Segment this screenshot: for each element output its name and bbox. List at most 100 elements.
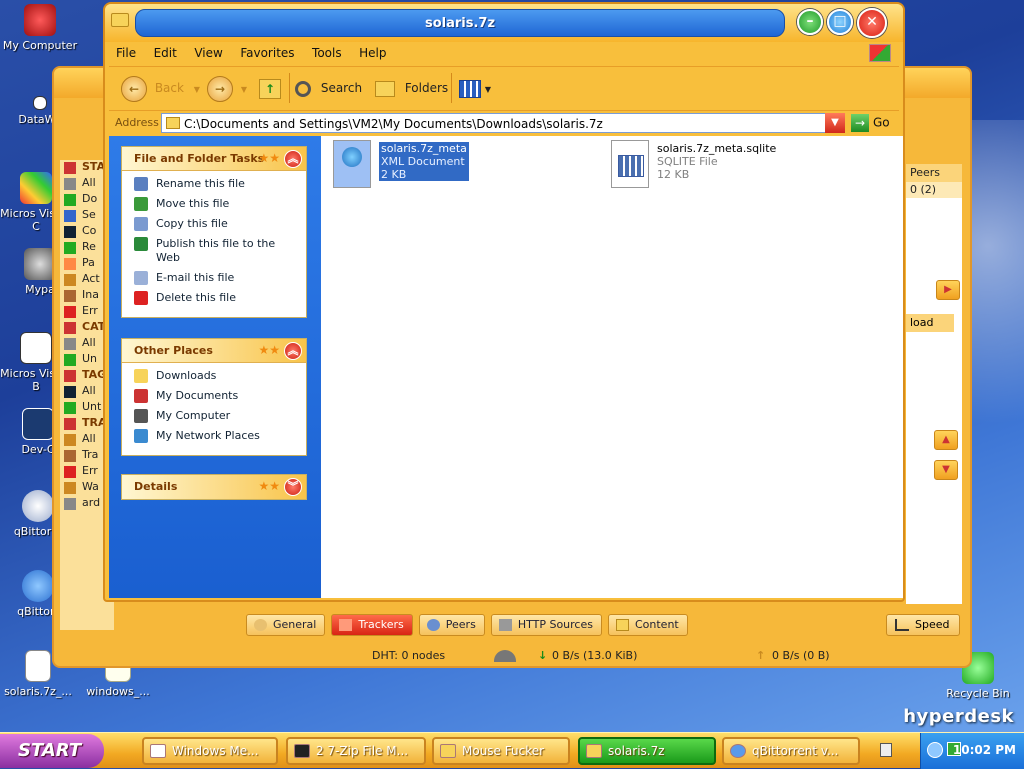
go-button[interactable]: → Go <box>851 114 890 134</box>
file-item-sqlite[interactable]: solaris.7z_meta.sqlite SQLITE File 12 KB <box>611 140 811 190</box>
task-link-downloads[interactable]: Downloads <box>134 369 302 383</box>
task-link-e-mail-this-file[interactable]: E-mail this file <box>134 271 302 285</box>
maximize-button[interactable]: □ <box>827 9 853 35</box>
up-folder-button[interactable]: ↑ <box>259 73 281 103</box>
panel-header[interactable]: Details ★★ ︾ <box>122 475 306 499</box>
menu-help[interactable]: Help <box>352 42 393 64</box>
start-button[interactable]: START <box>0 734 104 768</box>
download-arrow-icon: ↓ <box>538 649 548 662</box>
checkbox-icon <box>64 418 76 430</box>
go-arrow-icon: → <box>851 114 869 132</box>
explorer-titlebar[interactable]: solaris.7z – □ ✕ <box>105 4 903 42</box>
address-input[interactable]: C:\Documents and Settings\VM2\My Documen… <box>161 113 845 133</box>
forward-button[interactable]: → ▼ <box>207 73 247 103</box>
task-link-label: E-mail this file <box>156 271 235 284</box>
filter-icon <box>64 194 76 206</box>
qbittorrent-icon <box>22 570 54 602</box>
keyboard-icon[interactable] <box>880 743 892 757</box>
taskbar-item-label: qBittorrent v... <box>752 744 839 758</box>
panel-title: File and Folder Tasks <box>134 152 265 165</box>
task-link-my-network-places[interactable]: My Network Places <box>134 429 302 443</box>
move-up-button[interactable]: ▲ <box>934 430 958 450</box>
folder-icon <box>440 744 456 758</box>
back-button[interactable]: ← Back ▼ <box>121 73 200 103</box>
menu-tools[interactable]: Tools <box>305 42 349 64</box>
file-size: 2 KB <box>381 168 407 181</box>
collapse-chevron-icon[interactable]: ︽ <box>284 150 302 168</box>
network-icon <box>134 429 148 443</box>
tab-peers[interactable]: Peers <box>418 614 485 636</box>
taskbar-item-solaris[interactable]: solaris.7z <box>578 737 716 765</box>
qbittorrent-tray-icon[interactable] <box>927 742 943 758</box>
tab-http-sources[interactable]: HTTP Sources <box>490 614 602 636</box>
menu-view[interactable]: View <box>187 42 229 64</box>
taskbar-item-windows-media[interactable]: Windows Me... <box>142 737 278 765</box>
tab-trackers[interactable]: Trackers <box>331 614 413 636</box>
go-label: Go <box>873 115 890 130</box>
tab-general[interactable]: General <box>246 614 326 636</box>
copy-icon <box>134 217 148 231</box>
file-item-xml[interactable]: solaris.7z_meta XML Document 2 KB <box>333 140 483 190</box>
menu-favorites[interactable]: Favorites <box>233 42 301 64</box>
task-link-rename-this-file[interactable]: Rename this file <box>134 177 302 191</box>
taskbar-item-7zip[interactable]: 2 7-Zip File M... <box>286 737 426 765</box>
task-link-delete-this-file[interactable]: Delete this file <box>134 291 302 305</box>
task-link-my-computer[interactable]: My Computer <box>134 409 302 423</box>
menu-edit[interactable]: Edit <box>147 42 184 64</box>
file-list[interactable]: solaris.7z_meta XML Document 2 KB solari… <box>321 136 903 598</box>
search-button[interactable]: Search <box>295 73 362 103</box>
speed-button[interactable]: Speed <box>886 614 961 636</box>
taskbar-item-qbittorrent[interactable]: qBittorrent v... <box>722 737 860 765</box>
task-link-publish-this-file-to-the-web[interactable]: Publish this file to the Web <box>134 237 302 265</box>
download-speed: 0 B/s (13.0 KiB) <box>552 649 638 662</box>
expand-chevron-icon[interactable]: ︾ <box>284 478 302 496</box>
back-arrow-icon: ← <box>121 75 147 102</box>
toolbar-separator <box>451 73 452 103</box>
move-down-button[interactable]: ▼ <box>934 460 958 480</box>
sidebar-item-label: Ina <box>82 288 99 301</box>
stars-decoration-icon: ★★ <box>258 343 280 357</box>
chevron-down-icon: ▼ <box>193 85 200 94</box>
peers-column-header[interactable]: Peers <box>906 164 962 182</box>
filter-icon <box>64 402 76 414</box>
up-folder-icon: ↑ <box>259 78 281 99</box>
taskbar-item-label: solaris.7z <box>608 744 665 758</box>
shortcut-icon <box>33 96 47 110</box>
tab-content[interactable]: Content <box>607 614 688 636</box>
task-link-label: Rename this file <box>156 177 245 190</box>
panel-header[interactable]: Other Places ★★ ︽ <box>122 339 306 363</box>
upload-speed: 0 B/s (0 B) <box>772 649 830 662</box>
wallpaper-sparkle <box>964 120 1024 540</box>
file-meta: solaris.7z_meta.sqlite SQLITE File 12 KB <box>657 142 776 181</box>
folders-button[interactable]: Folders <box>375 73 448 103</box>
clock[interactable]: 10:02 PM <box>953 743 1016 757</box>
publish-icon <box>134 237 148 251</box>
taskbar-item-mouse[interactable]: Mouse Fucker <box>432 737 570 765</box>
task-link-copy-this-file[interactable]: Copy this file <box>134 217 302 231</box>
back-label: Back <box>154 81 184 95</box>
task-link-move-this-file[interactable]: Move this file <box>134 197 302 211</box>
address-label: Address <box>115 116 159 129</box>
desktop-icon-label: Mypa <box>25 283 55 296</box>
views-button[interactable]: ▼ <box>459 73 491 103</box>
qbittorrent-torrent-list[interactable]: Peers 0 (2) load <box>906 164 962 604</box>
general-icon <box>254 619 267 631</box>
desktop-icon-my-computer[interactable]: My Computer <box>2 4 78 52</box>
taskbar: START Windows Me... 2 7-Zip File M... Mo… <box>0 732 1024 769</box>
panel-header[interactable]: File and Folder Tasks ★★ ︽ <box>122 147 306 171</box>
scroll-right-button[interactable]: ▶ <box>936 280 960 300</box>
close-button[interactable]: ✕ <box>857 8 887 38</box>
sidebar-item-label: Se <box>82 208 96 221</box>
checkbox-icon <box>64 322 76 334</box>
menu-file[interactable]: File <box>109 42 143 64</box>
minimize-button[interactable]: – <box>797 9 823 35</box>
sidebar-item-label: Wa <box>82 480 99 493</box>
explorer-window[interactable]: solaris.7z – □ ✕ File Edit View Favorite… <box>103 2 905 602</box>
folder-icon <box>134 369 148 383</box>
filter-icon <box>64 178 76 190</box>
task-link-my-documents[interactable]: My Documents <box>134 389 302 403</box>
collapse-chevron-icon[interactable]: ︽ <box>284 342 302 360</box>
address-dropdown-button[interactable]: ▼ <box>825 113 845 133</box>
filter-icon <box>64 482 76 494</box>
sidebar-item-label: Un <box>82 352 98 365</box>
